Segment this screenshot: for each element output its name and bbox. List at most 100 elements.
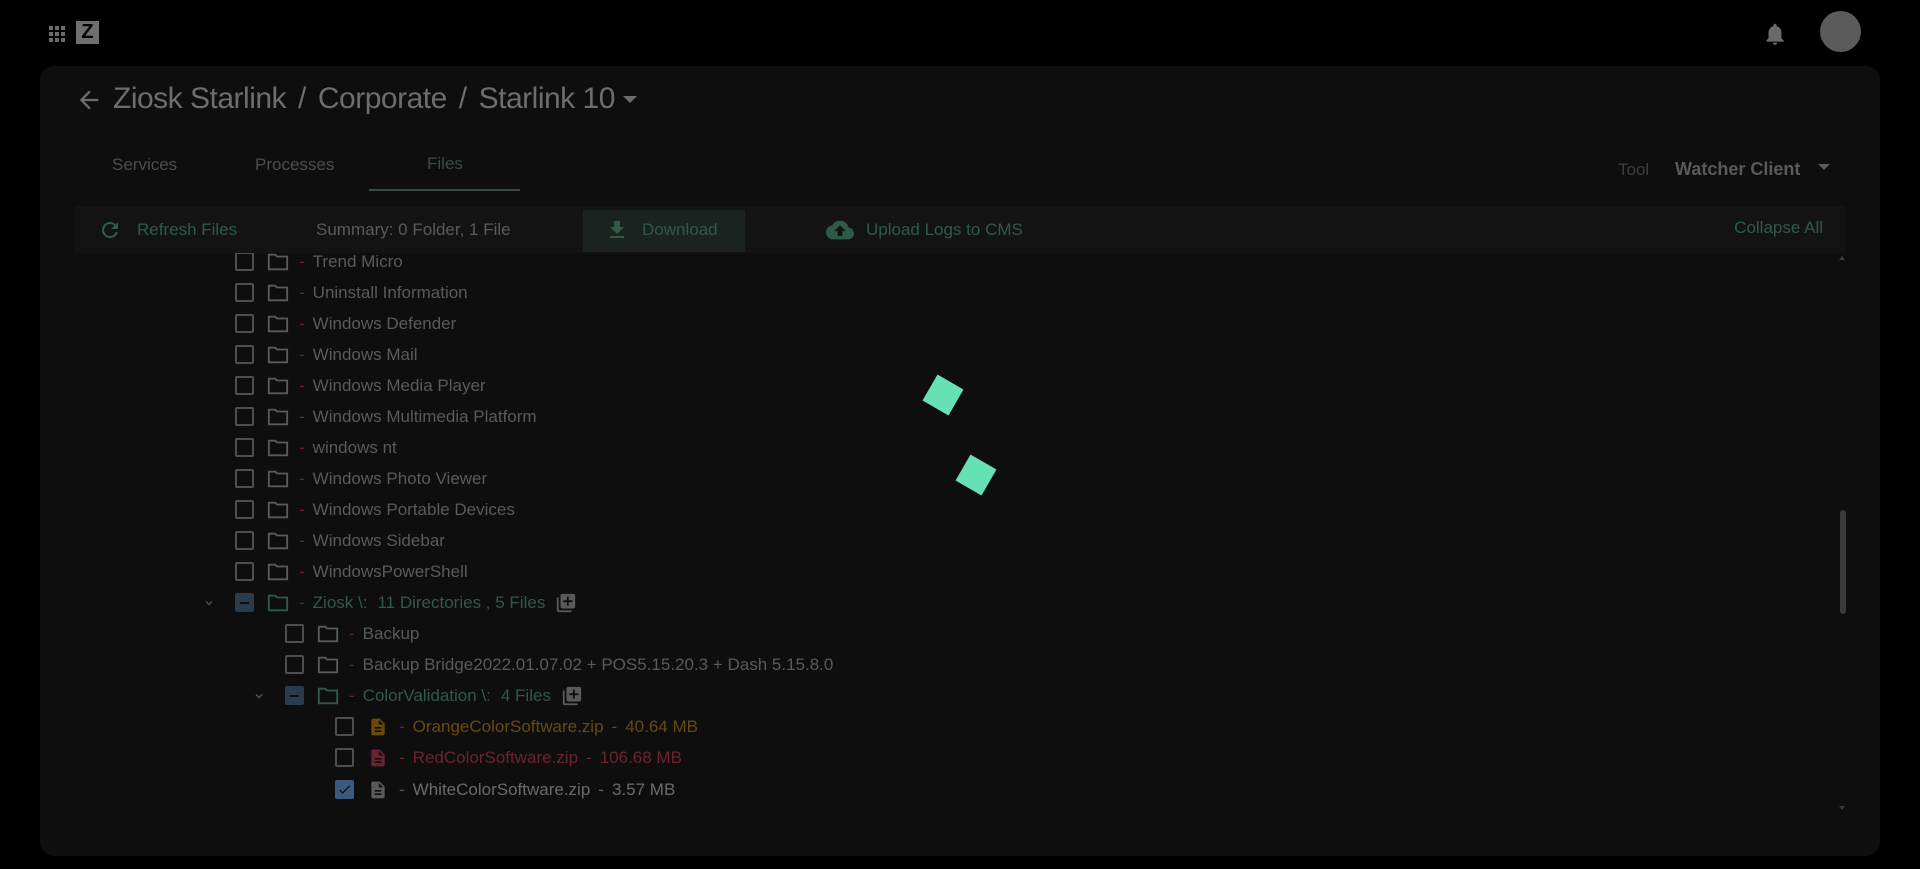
file-tree: - Trend Micro - Uninstall Information - … [75, 253, 1845, 811]
folder-icon [267, 408, 289, 425]
row-checkbox[interactable] [235, 438, 254, 457]
breadcrumb-separator: / [458, 82, 467, 115]
tree-row-folder[interactable]: - Uninstall Information [235, 277, 468, 308]
tree-row-file[interactable]: - WhiteColorSoftware.zip - 3.57 MB [335, 774, 675, 805]
row-checkbox[interactable] [235, 314, 254, 333]
row-checkbox-partial[interactable] [235, 593, 254, 612]
row-checkbox[interactable] [235, 500, 254, 519]
tree-dash: - [349, 685, 355, 705]
folder-name[interactable]: Windows Defender [313, 314, 457, 334]
breadcrumb-device: Starlink 10 [478, 82, 616, 115]
tool-select[interactable]: Watcher Client [1675, 159, 1800, 180]
tree-row-file[interactable]: - RedColorSoftware.zip - 106.68 MB [335, 742, 682, 773]
row-checkbox-partial[interactable] [285, 686, 304, 705]
apps-grid-icon[interactable] [49, 26, 65, 42]
row-checkbox[interactable] [235, 283, 254, 302]
folder-name[interactable]: Windows Portable Devices [313, 500, 515, 520]
refresh-files-button[interactable]: Refresh Files [137, 220, 237, 240]
row-checkbox[interactable] [235, 345, 254, 364]
app-logo[interactable]: Z [76, 21, 99, 44]
tree-dash: - [586, 747, 592, 767]
breadcrumb-group[interactable]: Corporate [318, 82, 447, 115]
tree-row-folder[interactable]: - Trend Micro [235, 253, 403, 277]
chevron-down-icon[interactable] [252, 689, 266, 703]
tree-dash: - [299, 592, 305, 612]
download-icon[interactable] [605, 218, 629, 242]
tree-row-folder[interactable]: - Windows Mail [235, 339, 418, 370]
tree-row-ziosk[interactable]: - Ziosk \: 11 Directories , 5 Files [202, 587, 577, 618]
breadcrumb-org[interactable]: Ziosk Starlink [113, 82, 287, 115]
tree-dash: - [299, 530, 305, 550]
tab-processes[interactable]: Processes [255, 155, 334, 175]
chevron-down-icon[interactable] [202, 596, 216, 610]
folder-open-icon [317, 687, 339, 704]
row-checkbox[interactable] [235, 407, 254, 426]
folder-name[interactable]: Windows Photo Viewer [313, 469, 488, 489]
file-name[interactable]: OrangeColorSoftware.zip [413, 717, 604, 737]
tree-dash: - [299, 437, 305, 457]
row-checkbox[interactable] [235, 562, 254, 581]
folder-name[interactable]: Ziosk \: [313, 593, 368, 613]
tree-row-folder[interactable]: - Windows Photo Viewer [235, 463, 487, 494]
cloud-upload-icon[interactable] [824, 216, 856, 244]
folder-name[interactable]: WindowsPowerShell [313, 562, 468, 582]
expand-all-icon[interactable] [561, 685, 583, 707]
row-checkbox[interactable] [235, 376, 254, 395]
folder-name[interactable]: Windows Sidebar [313, 531, 445, 551]
tree-row-folder[interactable]: - Windows Portable Devices [235, 494, 515, 525]
row-checkbox[interactable] [335, 748, 354, 767]
breadcrumb-separator: / [298, 82, 306, 115]
bell-icon[interactable] [1762, 20, 1788, 48]
tree-scrollbar[interactable] [1840, 510, 1846, 614]
device-dropdown-caret-icon[interactable] [623, 96, 637, 103]
folder-name[interactable]: ColorValidation \: [363, 686, 491, 706]
active-tab-indicator [369, 189, 520, 191]
folder-name[interactable]: windows nt [313, 438, 397, 458]
tree-dash: - [598, 779, 604, 799]
refresh-icon[interactable] [98, 218, 122, 242]
row-checkbox[interactable] [285, 624, 304, 643]
folder-name[interactable]: Windows Mail [313, 345, 418, 365]
file-name[interactable]: WhiteColorSoftware.zip [413, 780, 591, 800]
tree-row-folder[interactable]: - Backup Bridge2022.01.07.02 + POS5.15.2… [285, 649, 833, 680]
tree-row-folder[interactable]: - Windows Sidebar [235, 525, 445, 556]
expand-all-icon[interactable] [555, 592, 577, 614]
folder-name[interactable]: Windows Media Player [313, 376, 486, 396]
tab-files[interactable]: Files [427, 154, 463, 174]
row-checkbox[interactable] [235, 253, 254, 271]
file-name[interactable]: RedColorSoftware.zip [413, 748, 578, 768]
scroll-down-arrow-icon[interactable] [1839, 806, 1845, 810]
row-checkbox[interactable] [235, 469, 254, 488]
upload-logs-button[interactable]: Upload Logs to CMS [866, 220, 1023, 240]
row-checkbox[interactable] [235, 531, 254, 550]
folder-name[interactable]: Backup Bridge2022.01.07.02 + POS5.15.20.… [363, 655, 834, 675]
folder-name[interactable]: Windows Multimedia Platform [313, 407, 537, 427]
tree-dash: - [299, 406, 305, 426]
tree-row-folder[interactable]: - Windows Defender [235, 308, 456, 339]
tree-row-folder[interactable]: - Windows Media Player [235, 370, 486, 401]
tab-services[interactable]: Services [112, 155, 177, 175]
row-checkbox-checked[interactable] [335, 780, 354, 799]
scroll-up-arrow-icon[interactable] [1839, 256, 1845, 260]
folder-name[interactable]: Uninstall Information [313, 283, 468, 303]
tree-row-folder[interactable]: - Windows Multimedia Platform [235, 401, 537, 432]
breadcrumb: Ziosk Starlink / Corporate / Starlink 10 [113, 82, 615, 116]
tree-dash: - [299, 499, 305, 519]
tree-row-file[interactable]: - OrangeColorSoftware.zip - 40.64 MB [335, 711, 698, 742]
file-icon [371, 781, 385, 798]
download-button[interactable]: Download [642, 220, 718, 240]
tree-row-folder[interactable]: - windows nt [235, 432, 397, 463]
tree-row-colorvalidation[interactable]: - ColorValidation \: 4 Files [252, 680, 583, 711]
tree-row-folder[interactable]: - Backup [285, 618, 419, 649]
row-checkbox[interactable] [335, 717, 354, 736]
folder-icon [267, 439, 289, 456]
collapse-all-button[interactable]: Collapse All [1734, 218, 1823, 238]
folder-name[interactable]: Trend Micro [313, 253, 403, 272]
row-checkbox[interactable] [285, 655, 304, 674]
folder-name[interactable]: Backup [363, 624, 420, 644]
avatar[interactable] [1820, 11, 1861, 52]
tree-dash: - [611, 716, 618, 736]
back-arrow-icon[interactable] [75, 86, 103, 114]
tool-dropdown-caret-icon[interactable] [1818, 164, 1830, 170]
tree-row-folder[interactable]: - WindowsPowerShell [235, 556, 468, 587]
